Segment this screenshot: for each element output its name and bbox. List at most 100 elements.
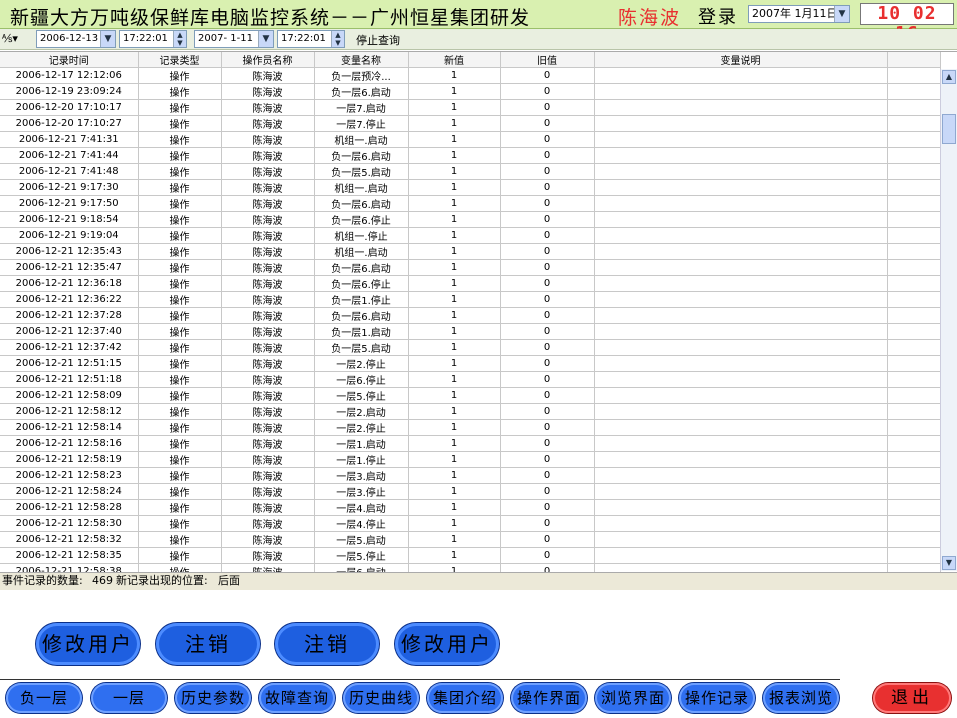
table-row[interactable]: 2006-12-21 12:58:24 操作 陈海波 一层3.停止 1 0 xyxy=(0,483,941,500)
table-row[interactable]: 2006-12-21 12:58:35 操作 陈海波 一层5.停止 1 0 xyxy=(0,547,941,564)
logout-button[interactable]: 注销 xyxy=(156,623,260,665)
table-row[interactable]: 2006-12-21 12:37:42 操作 陈海波 负一层5.启动 1 0 xyxy=(0,339,941,356)
table-cell: 0 xyxy=(500,515,595,532)
table-row[interactable]: 2006-12-21 12:58:12 操作 陈海波 一层2.启动 1 0 xyxy=(0,403,941,420)
table-row[interactable]: 2006-12-21 12:51:18 操作 陈海波 一层6.停止 1 0 xyxy=(0,371,941,388)
table-row[interactable]: 2006-12-21 12:58:38操作陈海波一层6.启动10 xyxy=(0,563,941,572)
vertical-scrollbar[interactable]: ▲ ▼ xyxy=(940,69,957,571)
nav-history-params[interactable]: 历史参数 xyxy=(175,683,251,713)
edit-user-button[interactable]: 修改用户 xyxy=(36,623,140,665)
table-cell: 一层1.停止 xyxy=(314,451,409,468)
table-cell: 一层1.启动 xyxy=(314,435,409,452)
table-row[interactable]: 2006-12-21 12:58:32 操作 陈海波 一层5.启动 1 0 xyxy=(0,531,941,548)
table-row[interactable]: 2006-12-21 12:36:22 操作 陈海波 负一层1.停止 1 0 xyxy=(0,291,941,308)
nav-first-floor[interactable]: 一层 xyxy=(91,683,167,713)
table-cell: 1 xyxy=(408,179,501,196)
table-cell xyxy=(594,147,888,164)
table-cell: 0 xyxy=(500,371,595,388)
column-header[interactable]: 操作员名称 xyxy=(221,52,315,68)
table-cell: 1 xyxy=(408,387,501,404)
chevron-down-icon[interactable]: ▼ xyxy=(100,31,115,47)
scroll-down-icon[interactable]: ▼ xyxy=(942,556,956,570)
table-row[interactable]: 2006-12-21 7:41:48 操作 陈海波 负一层5.启动 1 0 xyxy=(0,163,941,180)
column-header[interactable]: 变量说明 xyxy=(594,52,888,68)
table-cell: 0 xyxy=(500,83,595,100)
column-header[interactable]: 变量名称 xyxy=(314,52,409,68)
table-cell: 1 xyxy=(408,291,501,308)
table-row[interactable]: 2006-12-21 7:41:44 操作 陈海波 负一层6.启动 1 0 xyxy=(0,147,941,164)
table-cell: 操作 xyxy=(138,179,222,196)
table-cell-filler xyxy=(887,515,941,532)
login-button[interactable]: 登录 xyxy=(698,3,738,29)
table-cell: 2006-12-21 12:58:35 xyxy=(0,547,139,564)
table-row[interactable]: 2006-12-21 12:58:19 操作 陈海波 一层1.停止 1 0 xyxy=(0,451,941,468)
table-row[interactable]: 2006-12-21 12:37:40 操作 陈海波 负一层1.启动 1 0 xyxy=(0,323,941,340)
table-row[interactable]: 2006-12-21 12:58:09 操作 陈海波 一层5.停止 1 0 xyxy=(0,387,941,404)
table-row[interactable]: 2006-12-21 7:41:31 操作 陈海波 机组一.启动 1 0 xyxy=(0,131,941,148)
nav-browse-ui[interactable]: 浏览界面 xyxy=(595,683,671,713)
table-row[interactable]: 2006-12-21 9:18:54 操作 陈海波 负一层6.停止 1 0 xyxy=(0,211,941,228)
table-cell: 操作 xyxy=(138,291,222,308)
table-row[interactable]: 2006-12-17 12:12:06 操作 陈海波 负一层预冷... 1 0 xyxy=(0,67,941,84)
nav-report-browse[interactable]: 报表浏览 xyxy=(763,683,839,713)
edit-user-button-2[interactable]: 修改用户 xyxy=(395,623,499,665)
table-cell-filler xyxy=(887,419,941,436)
table-row[interactable]: 2006-12-21 12:58:14 操作 陈海波 一层2.停止 1 0 xyxy=(0,419,941,436)
table-row[interactable]: 2006-12-21 9:17:30 操作 陈海波 机组一.启动 1 0 xyxy=(0,179,941,196)
spinner-icon[interactable]: ▲ ▼ xyxy=(173,31,186,47)
nav-operation-log[interactable]: 操作记录 xyxy=(679,683,755,713)
column-header[interactable]: 新值 xyxy=(408,52,501,68)
nav-fault-query[interactable]: 故障查询 xyxy=(259,683,335,713)
spinner-icon[interactable]: ▲ ▼ xyxy=(331,31,344,47)
start-date-value: 2006-12-13 xyxy=(40,33,99,44)
table-row[interactable]: 2006-12-21 12:35:47 操作 陈海波 负一层6.启动 1 0 xyxy=(0,259,941,276)
table-row[interactable]: 2006-12-19 23:09:24 操作 陈海波 负一层6.启动 1 0 xyxy=(0,83,941,100)
logout-button-2[interactable]: 注销 xyxy=(275,623,379,665)
event-log-table[interactable]: 记录时间 记录类型 操作员名称 变量名称 新值 旧值 变量说明 2006-12-17 12:… xyxy=(0,51,957,572)
start-time-field[interactable]: 17:22:01 ▲ ▼ xyxy=(119,30,187,48)
table-row[interactable]: 2006-12-21 12:58:28 操作 陈海波 一层4.启动 1 0 xyxy=(0,499,941,516)
column-header[interactable]: 记录时间 xyxy=(0,52,139,68)
table-row[interactable]: 2006-12-21 12:35:43 操作 陈海波 机组一.启动 1 0 xyxy=(0,243,941,260)
table-cell xyxy=(594,307,888,324)
chevron-down-icon[interactable]: ▼ xyxy=(258,31,273,47)
table-cell: 2006-12-21 7:41:48 xyxy=(0,163,139,180)
table-row[interactable]: 2006-12-21 12:36:18 操作 陈海波 负一层6.停止 1 0 xyxy=(0,275,941,292)
column-header[interactable]: 旧值 xyxy=(500,52,595,68)
table-cell: 陈海波 xyxy=(221,227,315,244)
table-row[interactable]: 2006-12-21 9:19:04 操作 陈海波 机组一.停止 1 0 xyxy=(0,227,941,244)
filter-tool-icon[interactable]: ⅍▾ xyxy=(2,31,32,47)
table-cell: 操作 xyxy=(138,499,222,516)
start-date-field[interactable]: 2006-12-13 ▼ xyxy=(36,30,116,48)
table-row[interactable]: 2006-12-21 12:58:16 操作 陈海波 一层1.启动 1 0 xyxy=(0,435,941,452)
table-cell xyxy=(594,179,888,196)
table-row[interactable]: 2006-12-20 17:10:17 操作 陈海波 一层7.启动 1 0 xyxy=(0,99,941,116)
end-date-field[interactable]: 2007- 1-11 ▼ xyxy=(194,30,274,48)
nav-history-curve[interactable]: 历史曲线 xyxy=(343,683,419,713)
chevron-down-icon[interactable]: ▼ xyxy=(834,6,849,22)
table-row[interactable]: 2006-12-21 12:58:23 操作 陈海波 一层3.启动 1 0 xyxy=(0,467,941,484)
table-row[interactable]: 2006-12-20 17:10:27 操作 陈海波 一层7.停止 1 0 xyxy=(0,115,941,132)
end-time-field[interactable]: 17:22:01 ▲ ▼ xyxy=(277,30,345,48)
table-cell: 陈海波 xyxy=(221,243,315,260)
table-cell: 操作 xyxy=(138,339,222,356)
nav-group-intro[interactable]: 集团介绍 xyxy=(427,683,503,713)
table-row[interactable]: 2006-12-21 12:58:30 操作 陈海波 一层4.停止 1 0 xyxy=(0,515,941,532)
table-cell: 1 xyxy=(408,163,501,180)
stop-query-button[interactable]: 停止查询 xyxy=(356,32,400,48)
date-select[interactable]: 2007年 1月11日 ▼ xyxy=(748,5,850,23)
column-header[interactable]: 记录类型 xyxy=(138,52,222,68)
scroll-thumb[interactable] xyxy=(942,114,956,144)
scroll-up-icon[interactable]: ▲ xyxy=(942,70,956,84)
nav-operation-ui[interactable]: 操作界面 xyxy=(511,683,587,713)
exit-button[interactable]: 退出 xyxy=(873,683,951,713)
table-cell: 2006-12-21 12:58:14 xyxy=(0,419,139,436)
table-cell: 负一层6.停止 xyxy=(314,211,409,228)
table-cell: 一层4.停止 xyxy=(314,515,409,532)
table-cell xyxy=(594,83,888,100)
table-row[interactable]: 2006-12-21 9:17:50 操作 陈海波 负一层6.启动 1 0 xyxy=(0,195,941,212)
table-cell: 操作 xyxy=(138,211,222,228)
table-row[interactable]: 2006-12-21 12:37:28 操作 陈海波 负一层6.启动 1 0 xyxy=(0,307,941,324)
nav-basement-floor[interactable]: 负一层 xyxy=(6,683,82,713)
table-row[interactable]: 2006-12-21 12:51:15 操作 陈海波 一层2.停止 1 0 xyxy=(0,355,941,372)
